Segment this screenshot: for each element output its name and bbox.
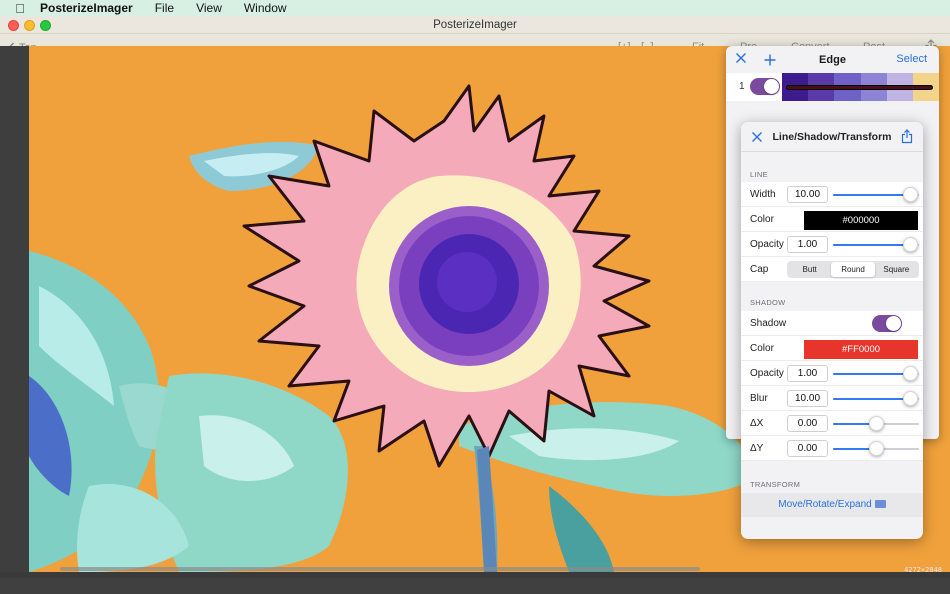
bottom-bar [0, 572, 950, 578]
blur-label: Blur [750, 393, 768, 404]
line-color-swatch[interactable]: #000000 [804, 211, 918, 230]
add-icon[interactable] [764, 54, 776, 66]
move-rotate-expand-button[interactable]: Move/Rotate/Expand [741, 493, 923, 517]
blur-field[interactable]: 10.00 [787, 390, 828, 407]
cap-square-option[interactable]: Square [875, 262, 918, 277]
horizontal-scrollbar[interactable] [60, 567, 700, 571]
menu-file[interactable]: File [155, 1, 174, 15]
cap-round-option[interactable]: Round [831, 262, 875, 277]
menu-window[interactable]: Window [244, 1, 287, 15]
share-icon[interactable] [901, 129, 913, 144]
width-slider[interactable] [833, 187, 919, 202]
dy-slider[interactable] [833, 441, 919, 456]
shadow-label: Shadow [750, 318, 787, 329]
shadow-section-header: SHADOW [750, 298, 786, 307]
popover-header: Line/Shadow/Transform [741, 122, 923, 152]
keyboard-icon [874, 500, 886, 509]
color-label: Color [750, 343, 774, 354]
dx-label: ΔX [750, 418, 764, 429]
color-label: Color [750, 214, 774, 225]
edge-panel-title: Edge [819, 53, 846, 66]
edge-row-number: 1 [739, 81, 745, 92]
opacity-field[interactable]: 1.00 [787, 236, 828, 253]
width-field[interactable]: 10.00 [787, 186, 828, 203]
line-opacity-row: Opacity 1.00 [741, 232, 923, 257]
dx-field[interactable]: 0.00 [787, 415, 828, 432]
move-rotate-expand-label: Move/Rotate/Expand [778, 499, 872, 510]
menu-app-name[interactable]: PosterizeImager [40, 1, 133, 15]
opacity-label: Opacity [750, 368, 784, 379]
edge-panel-header: Edge Select [726, 46, 939, 73]
opacity-label: Opacity [750, 239, 784, 250]
edge-line-preview [786, 85, 933, 90]
popover-title: Line/Shadow/Transform [772, 130, 892, 143]
shadow-opacity-slider[interactable] [833, 366, 919, 381]
window-title: PosterizeImager [433, 18, 517, 31]
line-width-row: Width 10.00 [741, 182, 923, 207]
shadow-dy-row: ΔY 0.00 [741, 436, 923, 461]
zoom-window-button[interactable] [40, 20, 51, 31]
cap-segmented-control[interactable]: Butt Round Square [787, 261, 919, 278]
shadow-blur-row: Blur 10.00 [741, 386, 923, 411]
menu-view[interactable]: View [196, 1, 222, 15]
cap-butt-option[interactable]: Butt [788, 262, 831, 277]
left-gutter [0, 46, 29, 578]
close-window-button[interactable] [8, 20, 19, 31]
select-button[interactable]: Select [896, 53, 927, 65]
shadow-opacity-field[interactable]: 1.00 [787, 365, 828, 382]
line-cap-row: Cap Butt Round Square [741, 257, 923, 282]
minimize-window-button[interactable] [24, 20, 35, 31]
line-color-row: Color #000000 [741, 207, 923, 232]
opacity-slider[interactable] [833, 237, 919, 252]
shadow-opacity-row: Opacity 1.00 [741, 361, 923, 386]
image-resolution: 4272×2848 [904, 566, 942, 574]
line-shadow-transform-popover: Line/Shadow/Transform LINE Width 10.00 C… [741, 122, 923, 539]
shadow-dx-row: ΔX 0.00 [741, 411, 923, 436]
line-section-header: LINE [750, 170, 768, 179]
dy-label: ΔY [750, 443, 764, 454]
edge-list-item[interactable]: 1 [726, 73, 940, 101]
apple-icon[interactable]:  [0, 1, 40, 16]
width-label: Width [750, 189, 776, 200]
close-icon[interactable] [735, 52, 747, 64]
shadow-color-swatch[interactable]: #FF0000 [804, 340, 918, 359]
menubar:  PosterizeImager File View Window [0, 0, 950, 16]
shadow-toggle[interactable] [872, 315, 902, 332]
title-bar: PosterizeImager [0, 16, 950, 34]
dx-slider[interactable] [833, 416, 919, 431]
shadow-color-row: Color #FF0000 [741, 336, 923, 361]
shadow-toggle-row: Shadow [741, 311, 923, 336]
close-icon[interactable] [751, 131, 763, 143]
cap-label: Cap [750, 264, 769, 275]
transform-section-header: TRANSFORM [750, 480, 801, 489]
edge-enabled-toggle[interactable] [750, 78, 780, 95]
blur-slider[interactable] [833, 391, 919, 406]
dy-field[interactable]: 0.00 [787, 440, 828, 457]
